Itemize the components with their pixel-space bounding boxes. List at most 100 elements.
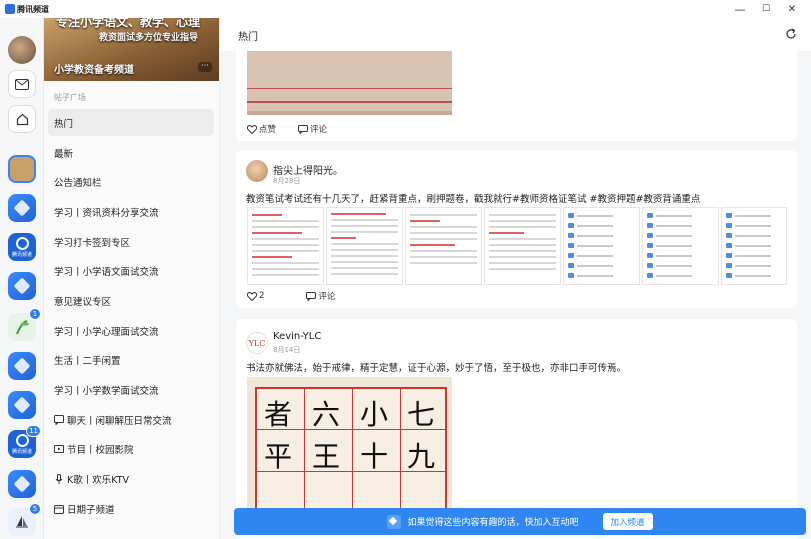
sidebar-item-math-interview[interactable]: 学习丨小学数学面试交流 [48,376,214,403]
file-row [726,243,771,248]
text-line [735,234,771,237]
post-card[interactable]: 指尖上得阳光。 8月28日 教资笔试考试还有十几天了，赶紧背重点，刷押题卷，戳我… [236,150,797,308]
post-image[interactable] [642,207,719,285]
sidebar-item-label: 生活丨二手闲置 [54,355,121,367]
author-avatar[interactable] [246,160,268,182]
sidebar-item-date[interactable]: 日期子频道 [48,495,214,522]
mail-icon [15,78,29,90]
post-image[interactable] [405,207,482,285]
home-button[interactable] [8,105,36,133]
channel-tencent-2[interactable]: 腾讯频道 11 [8,425,41,458]
sidebar-item-ktv[interactable]: K歌丨欢乐KTV [48,465,214,492]
folder-icon [568,263,574,268]
channel-item-6[interactable] [8,352,36,380]
calligraphy-char: 者 [264,398,293,431]
post-image[interactable] [326,207,403,285]
post-image[interactable] [484,207,561,285]
post-actions: 2 评论 [247,290,335,302]
channel-more-button[interactable]: ··· [198,62,212,72]
post-date: 8月14日 [273,346,301,354]
messages-button[interactable] [8,70,36,98]
sidebar-item-hot[interactable]: 热门 [48,109,214,136]
join-channel-button[interactable]: 加入频道 [602,513,653,530]
sidebar-item-announcements[interactable]: 公告通知栏 [48,168,214,195]
comment-button[interactable]: 评论 [306,290,335,302]
folder-icon [568,213,574,218]
sidebar-item-chat[interactable]: 聊天丨闲聊解压日常交流 [48,406,214,433]
join-prompt-text: 如果觉得这些内容有趣的话，快加入互动吧 [407,518,579,528]
tencent-channel-icon [15,433,29,447]
unread-badge: 11 [26,425,41,437]
sidebar-item-resources[interactable]: 学习丨资讯资料分享交流 [48,198,214,225]
channel-item-10[interactable]: 5 [8,503,41,536]
sidebar-item-chinese-interview[interactable]: 学习丨小学语文面试交流 [48,257,214,284]
post-image[interactable]: 七 小 六 者 九 十 王 平 [247,377,452,517]
post-date: 8月28日 [273,177,301,185]
maximize-button[interactable]: ☐ [753,0,779,18]
like-count: 2 [259,291,265,301]
author-name[interactable]: Kevin-YLC [273,331,321,342]
author-avatar[interactable]: YLC [246,332,268,354]
folder-icon [647,213,653,218]
comment-icon [298,124,309,134]
channel-item-5[interactable]: 1 [8,308,41,341]
user-avatar[interactable] [8,36,36,64]
author-name[interactable]: 指尖上得阳光。 [273,162,343,177]
folder-icon [726,233,732,238]
text-line [331,273,398,275]
channel-item-4[interactable] [8,272,36,300]
refresh-icon[interactable] [785,28,797,40]
folder-icon [726,223,732,228]
folder-icon [568,233,574,238]
post-image[interactable] [247,51,452,115]
folder-icon [647,243,653,248]
main-header: 热门 [220,18,811,51]
channel-xiaoxue-jiaozi[interactable] [8,155,36,183]
sidebar-item-latest[interactable]: 最新 [48,139,214,166]
file-row [726,223,771,228]
banner-subline: 教资面试多方位专业指导 [99,33,199,43]
main-content: 热门 点赞 评论 指尖上得阳光。 8月28日 教资笔试考试还有十几天了，赶紧背重… [220,18,811,539]
sidebar-item-cinema[interactable]: 节目丨校园影院 [48,435,214,462]
sidebar-item-label: 学习丨小学心理面试交流 [54,326,159,338]
text-line [252,244,319,246]
sidebar-item-checkin[interactable]: 学习打卡签到专区 [48,228,214,255]
channel-item-9[interactable] [8,470,36,498]
text-line [489,262,556,264]
post-actions: 点赞 评论 [247,123,327,135]
post-card[interactable]: 点赞 评论 [236,51,797,141]
post-card[interactable]: YLC Kevin-YLC 8月14日 书法亦就佛法，始于戒律，精于定慧，证于心… [236,319,797,539]
close-button[interactable]: ✕ [779,0,805,18]
mic-icon [55,473,63,484]
sidebar-item-suggestions[interactable]: 意见建议专区 [48,287,214,314]
post-image[interactable] [247,207,324,285]
section-title: 帖子广场 [54,93,86,102]
sidebar-item-secondhand[interactable]: 生活丨二手闲置 [48,346,214,373]
channel-label: 腾讯频道 [11,448,32,455]
calligraphy-sheet: 七 小 六 者 九 十 王 平 [255,387,447,511]
text-line [410,244,455,246]
banner-headline: 专注小学语文、教学、心理 [56,18,201,29]
folder-icon [568,243,574,248]
sidebar-item-psychology-interview[interactable]: 学习丨小学心理面试交流 [48,317,214,344]
grid-line [247,101,452,103]
channel-tencent-1[interactable]: 腾讯频道 [8,233,36,261]
like-button[interactable]: 2 [247,290,264,302]
post-image[interactable] [563,207,640,285]
text-line [735,254,771,257]
minimize-button[interactable]: — [727,0,753,18]
grid-line [304,389,305,509]
like-button[interactable]: 点赞 [247,123,276,135]
text-line [331,255,398,257]
channel-item-7[interactable] [8,391,36,419]
comment-button[interactable]: 评论 [298,123,327,135]
sailboat-icon [16,516,28,528]
text-line [577,274,613,277]
channel-item-2[interactable] [8,194,36,222]
text-line [489,226,556,228]
sidebar-item-label: 学习丨小学数学面试交流 [54,385,159,397]
post-image[interactable] [721,207,787,285]
folder-icon [726,213,732,218]
sidebar-item-label: 学习丨资讯资料分享交流 [54,207,159,219]
folder-icon [726,243,732,248]
